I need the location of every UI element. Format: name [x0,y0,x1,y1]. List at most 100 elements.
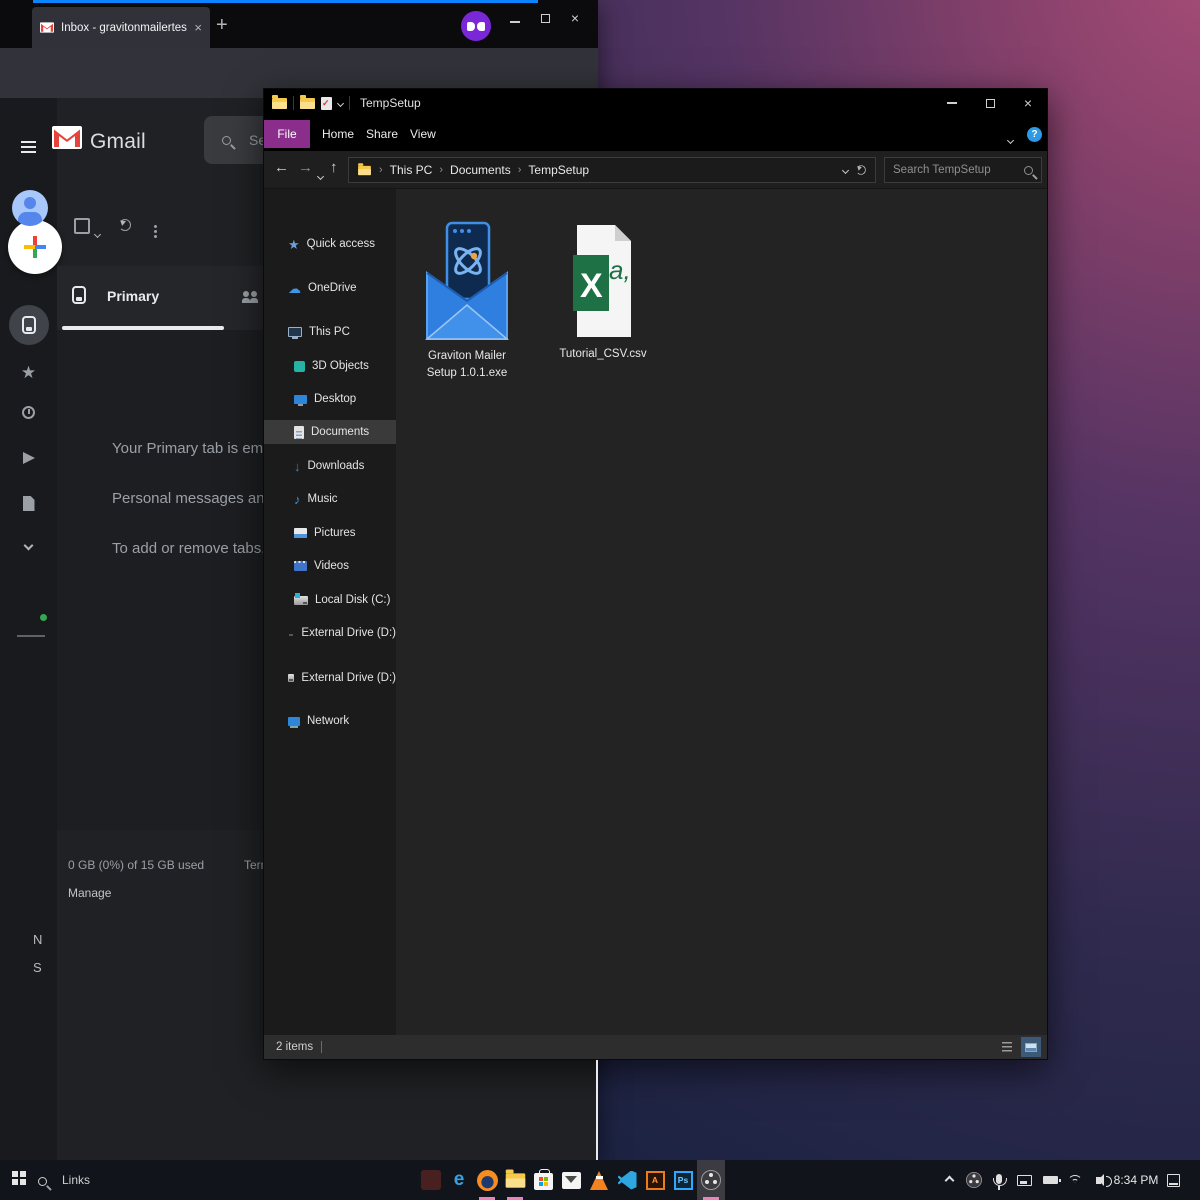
address-bar[interactable]: › This PC › Documents › TempSetup [348,157,876,183]
new-tab-button[interactable]: + [216,14,228,37]
breadcrumb-this-pc[interactable]: This PC [390,163,433,177]
tray-microphone-icon[interactable] [988,1160,1010,1200]
rail-inbox-selected[interactable] [9,305,49,345]
help-button[interactable]: ? [1027,127,1042,142]
sidebar-item-desktop[interactable]: Desktop [264,387,396,411]
compose-plus-icon [22,234,48,260]
sidebar-item-onedrive[interactable]: ☁OneDrive [264,276,396,300]
address-dropdown-icon[interactable] [842,166,849,173]
sidebar-item-music[interactable]: ♪Music [264,487,396,511]
nav-up-icon[interactable]: ↑ [330,159,338,176]
taskbar-store-icon[interactable] [529,1160,557,1200]
search-icon[interactable] [222,136,231,145]
taskbar-mail-icon[interactable] [557,1160,585,1200]
select-dropdown-icon[interactable] [95,224,100,242]
nav-forward-icon[interactable]: → [298,159,313,176]
sidebar-item-external-drive-d-2[interactable]: External Drive (D:) [264,666,396,690]
online-status-dot [38,612,49,623]
taskbar-vscode-icon[interactable] [613,1160,641,1200]
refresh-icon[interactable] [119,218,131,236]
sidebar-item-pictures[interactable]: Pictures [264,521,396,545]
tray-battery-icon[interactable] [1038,1160,1062,1200]
breadcrumb-tempsetup[interactable]: TempSetup [528,163,589,177]
taskbar-edge-icon[interactable]: e [445,1160,473,1200]
tab-social-icon[interactable] [242,290,260,308]
close-button[interactable]: × [560,10,590,26]
tab-primary[interactable]: Primary [107,288,159,304]
tray-display-icon[interactable] [1012,1160,1036,1200]
more-options-icon[interactable] [154,215,157,233]
taskbar-photoshop-icon[interactable]: Ps [669,1160,697,1200]
tab-close-icon[interactable]: × [194,20,202,35]
tray-obs-icon[interactable] [962,1160,986,1200]
ribbon-tab-home[interactable]: Home [322,120,354,148]
manage-storage-link[interactable]: Manage [68,886,111,900]
avatar[interactable] [12,190,48,226]
thumbnail-view-button[interactable] [1021,1037,1041,1057]
rail-drafts[interactable] [0,496,57,511]
ribbon-collapse-icon[interactable] [1008,130,1013,148]
sidebar-item-3d-objects[interactable]: 3D Objects [264,354,396,378]
taskbar-search-icon[interactable] [38,1173,47,1191]
gmail-favicon [40,22,54,33]
minimize-button[interactable] [500,10,530,26]
address-refresh-icon[interactable] [856,165,866,175]
file-tutorial-csv[interactable]: a, X Tutorial_CSV.csv [538,223,668,363]
taskbar-firefox-icon[interactable] [473,1160,501,1200]
explorer-titlebar[interactable]: TempSetup × [264,89,1047,117]
search-icon[interactable] [1024,166,1033,175]
taskbar-obs-icon[interactable] [697,1160,725,1200]
sidebar-item-downloads[interactable]: ↓Downloads [264,454,396,478]
taskbar-vlc-icon[interactable] [585,1160,613,1200]
sidebar-item-this-pc[interactable]: This PC [264,320,396,344]
tray-expand-icon[interactable] [938,1160,960,1200]
maximize-button[interactable] [971,89,1009,117]
taskbar-unknown-app-icon[interactable] [417,1160,445,1200]
file-graviton-mailer-setup[interactable]: Graviton Mailer Setup 1.0.1.exe [406,221,528,382]
links-toolbar-label[interactable]: Links [62,1173,90,1187]
rail-divider [17,635,45,637]
taskbar-adobe-animate-icon[interactable]: A [641,1160,669,1200]
start-button[interactable] [12,1171,18,1177]
draft-icon [23,496,35,511]
maximize-button[interactable] [530,10,560,26]
ribbon-tab-share[interactable]: Share [366,120,398,148]
details-view-button[interactable] [997,1037,1017,1057]
sidebar-item-network[interactable]: Network [264,709,396,733]
rail-sent[interactable] [0,452,57,464]
qat-properties-icon[interactable] [321,97,332,110]
qat-folder-icon[interactable] [300,98,315,109]
rail-more[interactable] [0,542,57,549]
rail-starred[interactable]: ★ [0,363,57,383]
nav-history-dropdown-icon[interactable] [318,166,323,184]
qat-dropdown-icon[interactable] [337,99,344,106]
sidebar-item-local-disk-c[interactable]: Local Disk (C:) [264,588,396,612]
ribbon-tab-view[interactable]: View [410,120,436,148]
sidebar-item-videos[interactable]: Videos [264,554,396,578]
music-note-icon: ♪ [294,493,301,506]
tray-wifi-icon[interactable] [1063,1160,1085,1200]
tray-volume-icon[interactable] [1086,1160,1110,1200]
gmail-menu-icon[interactable] [21,135,36,153]
tab-primary-icon[interactable] [72,286,86,309]
select-all-checkbox[interactable] [74,218,90,239]
document-icon [294,426,304,439]
compose-button[interactable] [8,220,62,274]
rail-snoozed[interactable] [0,406,57,419]
explorer-file-area[interactable]: Graviton Mailer Setup 1.0.1.exe a, X Tut… [396,189,1047,1035]
sidebar-item-documents[interactable]: Documents [264,420,396,444]
nav-back-icon[interactable]: ← [274,159,289,176]
extension-mask-icon[interactable] [461,11,491,41]
explorer-search-box[interactable]: Search TempSetup [884,157,1042,183]
sidebar-item-quick-access[interactable]: ★Quick access [264,232,396,256]
breadcrumb-documents[interactable]: Documents [450,163,511,177]
sidebar-item-external-drive-d[interactable]: External Drive (D:) [264,621,396,645]
minimize-button[interactable] [933,89,971,117]
firefox-titlebar[interactable]: Inbox - gravitonmailertest@g × + × [0,0,598,48]
browser-tab-inbox[interactable]: Inbox - gravitonmailertest@g × [32,7,210,48]
action-center-icon[interactable] [1158,1160,1188,1200]
taskbar-file-explorer-icon[interactable] [501,1160,529,1200]
ribbon-tab-file[interactable]: File [264,120,310,148]
close-button[interactable]: × [1009,89,1047,117]
taskbar-clock[interactable]: 8:34 PM [1110,1160,1162,1200]
